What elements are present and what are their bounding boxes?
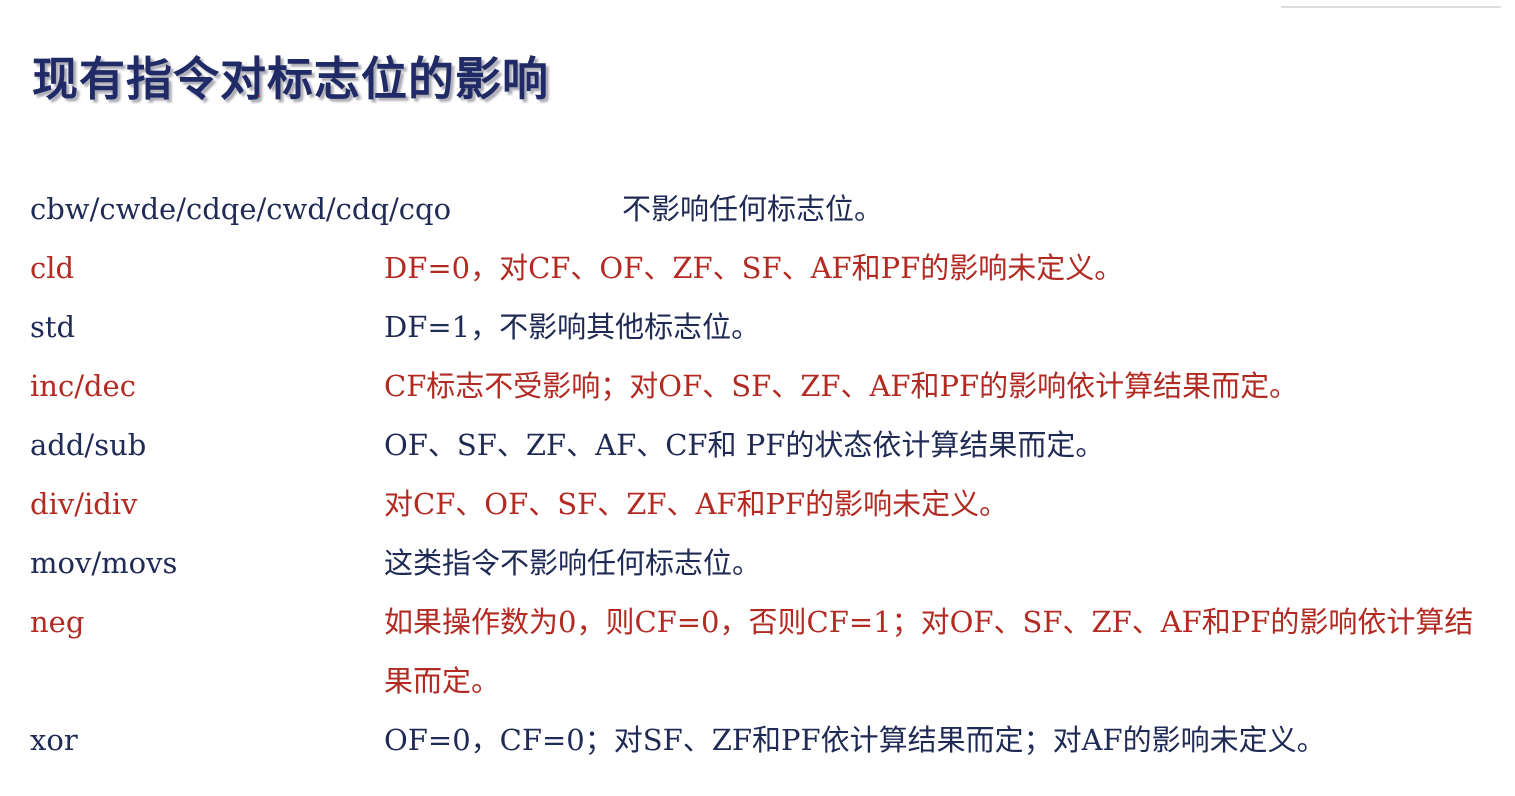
page-title: 现有指令对标志位的影响 [32, 51, 549, 106]
instruction-name: mov/movs [30, 546, 178, 580]
flag-effect: DF=0，对CF、OF、ZF、SF、AF和PF的影响未定义。 [384, 251, 1124, 285]
slide: 现有指令对标志位的影响 cbw/cwde/cdqe/cwd/cdq/cqo 不影… [0, 0, 1515, 796]
flag-effect: DF=1，不影响其他标志位。 [384, 310, 761, 344]
flag-effect: CF标志不受影响；对OF、SF、ZF、AF和PF的影响依计算结果而定。 [384, 369, 1299, 403]
flag-effect: 这类指令不影响任何标志位。 [384, 546, 762, 580]
flag-effect: OF、SF、ZF、AF、CF和 PF的状态依计算结果而定。 [384, 428, 1105, 462]
instruction-name: add/sub [30, 428, 147, 462]
instruction-name: cbw/cwde/cdqe/cwd/cdq/cqo [30, 192, 452, 226]
instruction-name: std [30, 310, 76, 344]
flag-effect: 如果操作数为0，则CF=0，否则CF=1；对OF、SF、ZF、AF和PF的影响依… [384, 605, 1474, 698]
decorative-dot [258, 95, 260, 97]
instruction-name: cld [30, 251, 75, 285]
instruction-name: neg [30, 605, 85, 639]
flag-effect: OF=0，CF=0；对SF、ZF和PF依计算结果而定；对AF的影响未定义。 [384, 723, 1326, 757]
instruction-name: div/idiv [30, 487, 138, 521]
instruction-name: xor [30, 723, 78, 757]
watermark-fragment [1281, 0, 1501, 8]
flag-effect: 不影响任何标志位。 [622, 192, 884, 226]
flag-effect: 对CF、OF、SF、ZF、AF和PF的影响未定义。 [384, 487, 1009, 521]
instruction-name: inc/dec [30, 369, 136, 403]
